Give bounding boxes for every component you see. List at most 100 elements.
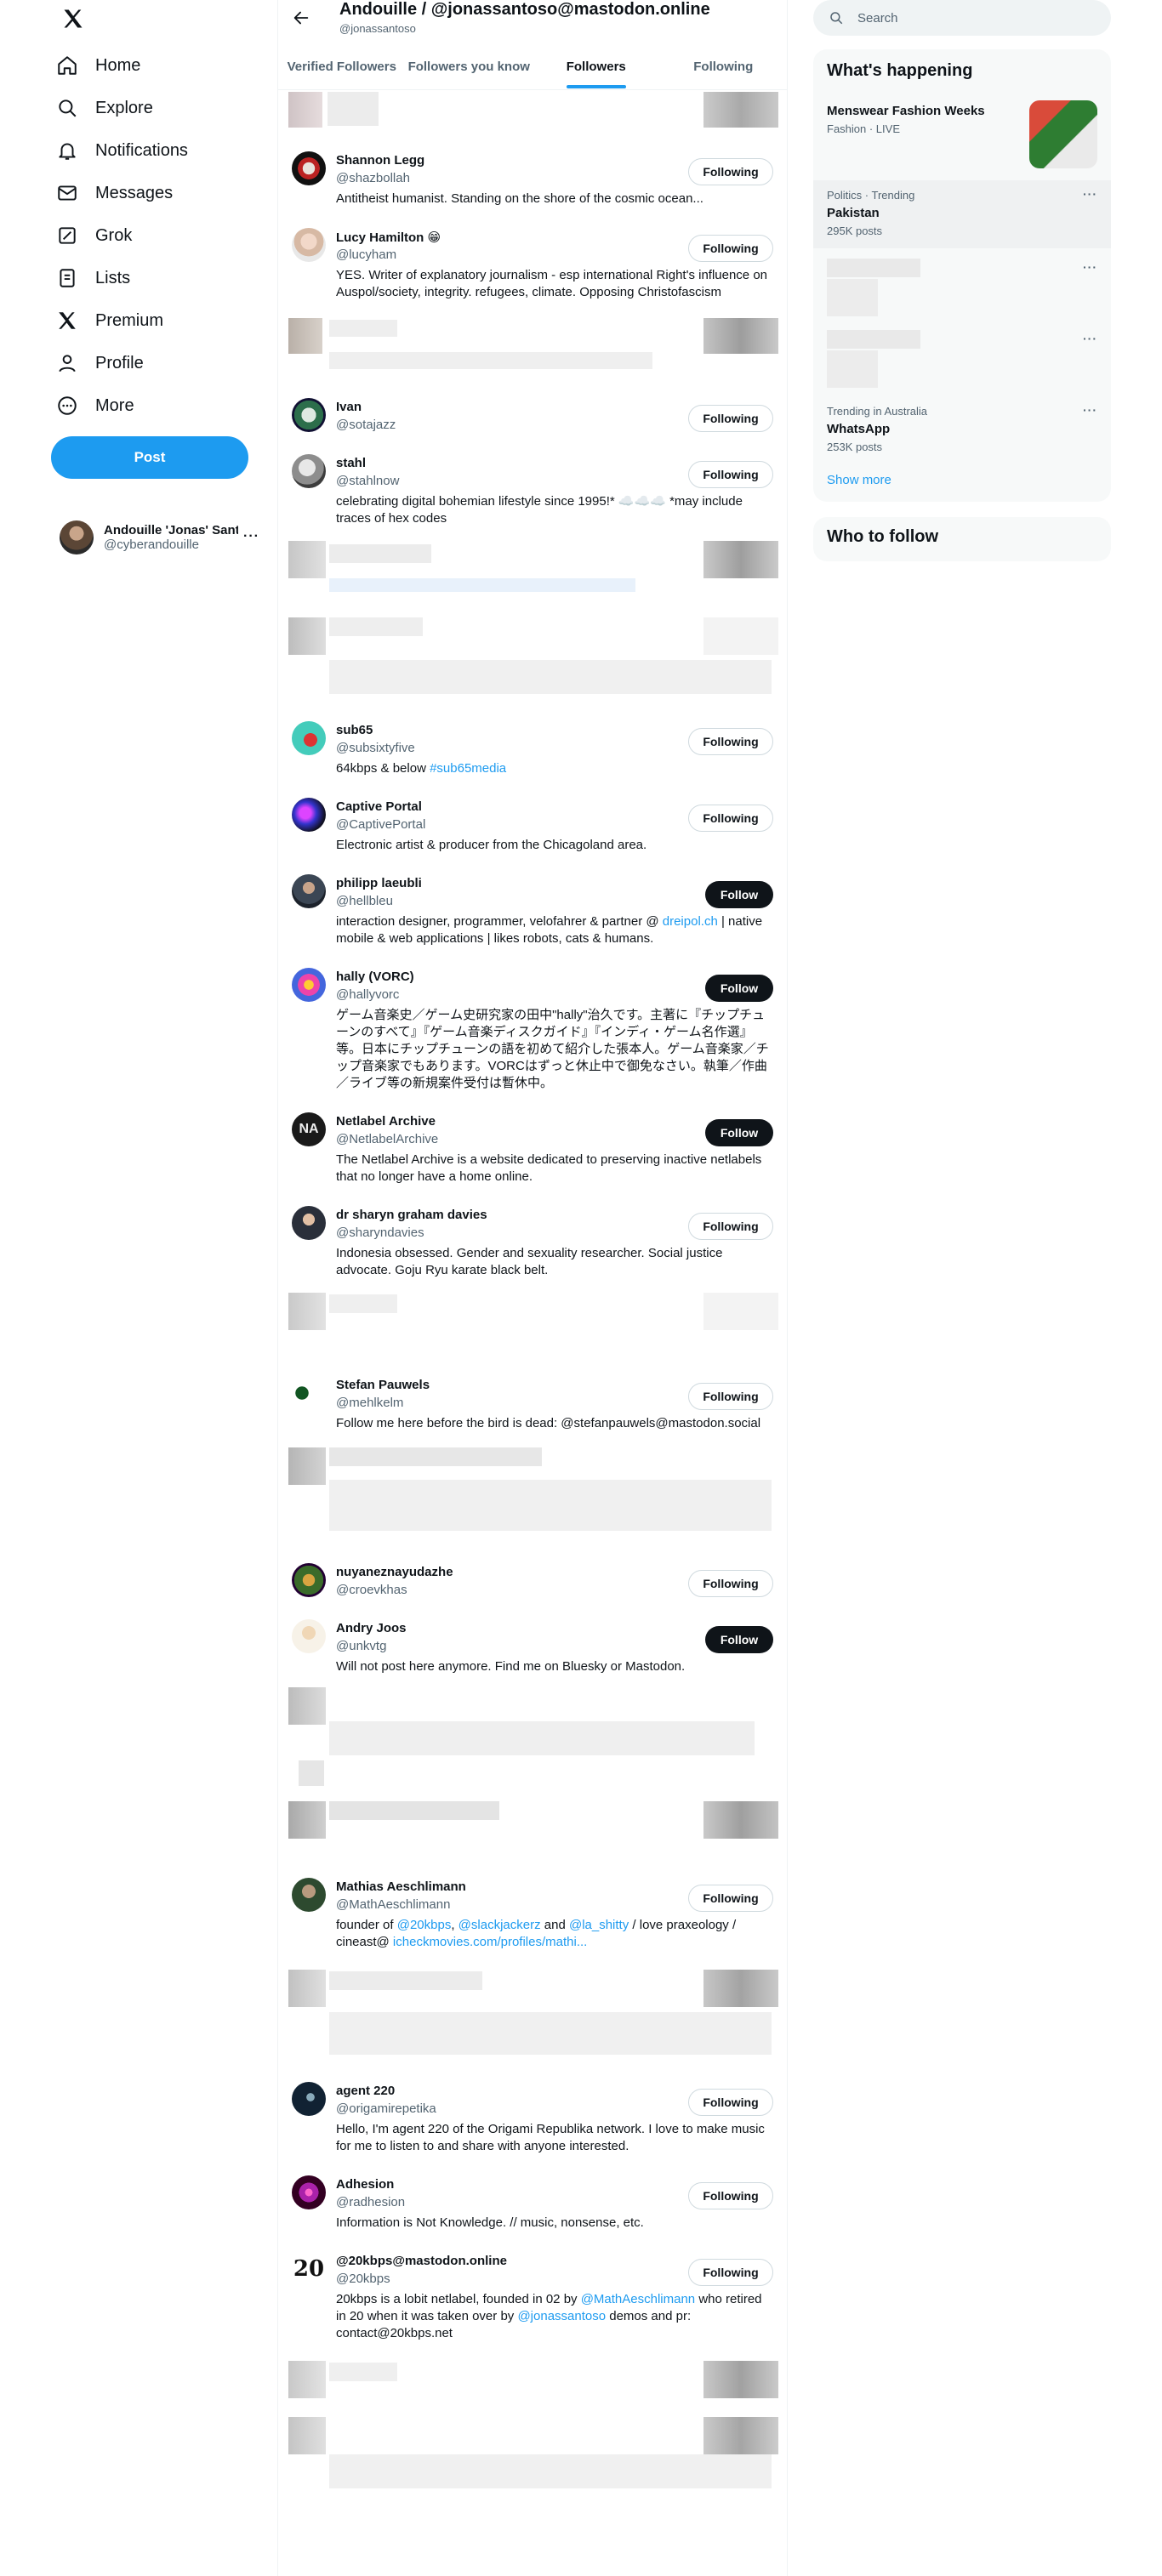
following-button[interactable]: Following	[688, 461, 773, 488]
more-circle-icon	[58, 396, 77, 415]
avatar	[292, 2175, 326, 2209]
nav-notifications[interactable]: Notifications	[56, 134, 188, 168]
trend-item[interactable]: Politics · Trending Pakistan 295K posts …	[813, 180, 1111, 248]
follower-handle: @croevkhas	[336, 1583, 407, 1597]
nav-more[interactable]: More	[56, 389, 134, 423]
nav-explore[interactable]: Explore	[56, 91, 153, 125]
following-button[interactable]: Following	[688, 2259, 773, 2286]
following-button[interactable]: Following	[688, 1213, 773, 1240]
tab-following[interactable]: Following	[660, 44, 788, 88]
show-more-link[interactable]: Show more	[827, 473, 891, 487]
follower-name: stahl	[336, 456, 367, 470]
avatar	[292, 968, 326, 1002]
bio-text: ,	[451, 1918, 459, 1932]
blurred-row	[278, 92, 787, 134]
more-dots-icon[interactable]: ···	[1083, 403, 1097, 417]
nav-messages[interactable]: Messages	[56, 176, 173, 210]
back-arrow-icon[interactable]	[292, 9, 310, 27]
follower-handle: @CaptivePortal	[336, 817, 426, 832]
following-button[interactable]: Following	[688, 405, 773, 432]
nav-premium[interactable]: Premium	[56, 304, 163, 338]
mail-icon	[58, 185, 77, 201]
who-to-follow-card: Who to follow	[813, 517, 1111, 561]
list-item[interactable]: Lucy Hamilton 😁 @lucyham YES. Writer of …	[278, 223, 787, 308]
bio-link[interactable]: dreipol.ch	[663, 914, 718, 929]
mention-link[interactable]: @la_shitty	[569, 1918, 629, 1932]
follower-bio: Hello, I'm agent 220 of the Origami Repu…	[336, 2122, 765, 2153]
trend-item[interactable]: Trending in Australia WhatsApp 253K post…	[813, 396, 1111, 464]
tab-followers[interactable]: Followers	[533, 44, 660, 88]
list-item[interactable]: agent 220 @origamirepetika Hello, I'm ag…	[278, 2077, 787, 2162]
more-dots-icon[interactable]: ···	[1083, 260, 1097, 274]
tab-followers-you-know[interactable]: Followers you know	[406, 44, 533, 88]
avatar: 20	[292, 2252, 326, 2286]
follower-name: Captive Portal	[336, 799, 422, 814]
active-tab-indicator	[566, 85, 626, 88]
following-button[interactable]: Following	[688, 1383, 773, 1410]
search-input[interactable]: Search	[813, 0, 1111, 36]
list-item[interactable]: Andry Joos @unkvtg Will not post here an…	[278, 1614, 787, 1682]
list-item[interactable]: hally (VORC) @hallyvorc ゲーム音楽史／ゲーム史研究家の田…	[278, 963, 787, 1090]
list-item[interactable]: Ivan @sotajazz Following	[278, 393, 787, 444]
follower-handle: @20kbps	[336, 2272, 390, 2286]
nav-label: More	[95, 395, 134, 415]
follower-handle: @sharyndavies	[336, 1225, 424, 1240]
follower-name: Andry Joos	[336, 1621, 407, 1635]
list-item[interactable]: Stefan Pauwels @mehlkelm Follow me here …	[278, 1371, 787, 1439]
mention-link[interactable]: @MathAeschlimann	[581, 2292, 695, 2306]
trend-image	[1029, 100, 1097, 168]
following-button[interactable]: Following	[688, 158, 773, 185]
following-button[interactable]: Following	[688, 2182, 773, 2209]
list-item[interactable]: 20 @20kbps@mastodon.online @20kbps 20kbp…	[278, 2247, 787, 2340]
post-button[interactable]: Post	[51, 436, 248, 479]
search-icon	[830, 12, 843, 25]
follow-button[interactable]: Follow	[705, 1626, 773, 1653]
avatar	[292, 1563, 326, 1597]
mention-link[interactable]: @slackjackerz	[459, 1918, 541, 1932]
following-button[interactable]: Following	[688, 235, 773, 262]
following-button[interactable]: Following	[688, 728, 773, 755]
hashtag-link[interactable]: #sub65media	[430, 761, 506, 776]
bio-link[interactable]: icheckmovies.com/profiles/mathi...	[393, 1935, 587, 1949]
following-button[interactable]: Following	[688, 1570, 773, 1597]
mention-link[interactable]: @jonassantoso	[517, 2309, 606, 2323]
list-item[interactable]: stahl @stahlnow celebrating digital bohe…	[278, 449, 787, 534]
list-item[interactable]: sub65 @subsixtyfive 64kbps & below #sub6…	[278, 716, 787, 784]
following-button[interactable]: Following	[688, 2089, 773, 2116]
x-logo-icon[interactable]	[60, 5, 87, 32]
tab-verified-followers[interactable]: Verified Followers	[278, 44, 406, 88]
more-dots-icon[interactable]: ···	[1083, 332, 1097, 345]
blurred-row	[278, 2361, 787, 2497]
list-item[interactable]: NA Netlabel Archive @NetlabelArchive The…	[278, 1107, 787, 1192]
bell-icon	[59, 143, 76, 160]
following-button[interactable]: Following	[688, 805, 773, 832]
more-dots-icon[interactable]: ···	[1083, 187, 1097, 201]
follower-bio: interaction designer, programmer, velofa…	[336, 913, 774, 947]
trend-count: 295K posts	[827, 225, 883, 237]
follow-button[interactable]: Follow	[705, 975, 773, 1002]
list-item[interactable]: philipp laeubli @hellbleu interaction de…	[278, 869, 787, 954]
follow-button[interactable]: Follow	[705, 1119, 773, 1146]
account-switcher[interactable]: Andouille 'Jonas' Sant @cyberandouille ·…	[60, 519, 264, 556]
nav-profile[interactable]: Profile	[56, 346, 144, 380]
nav-lists[interactable]: Lists	[56, 261, 130, 295]
tab-bar: Verified Followers Followers you know Fo…	[278, 44, 787, 88]
nav-home[interactable]: Home	[56, 48, 140, 82]
mention-link[interactable]: @20kbps	[397, 1918, 452, 1932]
list-item[interactable]: Mathias Aeschlimann @MathAeschlimann fou…	[278, 1873, 787, 1958]
nav-grok[interactable]: Grok	[56, 219, 132, 253]
list-item[interactable]: Adhesion @radhesion Information is Not K…	[278, 2170, 787, 2238]
follow-button[interactable]: Follow	[705, 881, 773, 908]
list-item[interactable]: Shannon Legg @shazbollah Antitheist huma…	[278, 146, 787, 214]
follower-name: dr sharyn graham davies	[336, 1208, 487, 1222]
grok-icon	[59, 227, 76, 244]
follower-handle: @stahlnow	[336, 474, 400, 488]
following-button[interactable]: Following	[688, 1885, 773, 1912]
list-item[interactable]: dr sharyn graham davies @sharyndavies In…	[278, 1201, 787, 1286]
search-placeholder: Search	[857, 10, 898, 26]
follower-name: nuyaneznayudazhe	[336, 1565, 453, 1579]
person-icon	[59, 355, 76, 372]
list-item[interactable]: Captive Portal @CaptivePortal Electronic…	[278, 793, 787, 861]
trend-item[interactable]: Menswear Fashion Weeks Fashion · LIVE	[813, 95, 1111, 180]
list-item[interactable]: nuyaneznayudazhe @croevkhas Following	[278, 1558, 787, 1609]
